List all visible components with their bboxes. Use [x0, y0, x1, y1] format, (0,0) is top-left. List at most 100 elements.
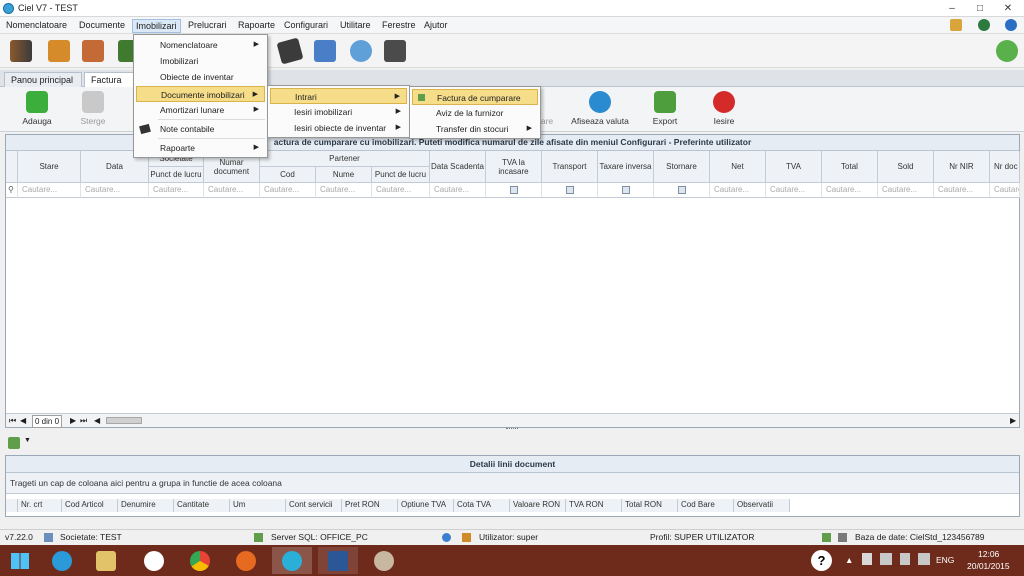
filter-partener-punct-lucru[interactable]: Cautare... [372, 183, 430, 198]
menu-rapoarte[interactable]: Rapoarte [235, 19, 278, 33]
taskbar-ciel[interactable] [272, 547, 312, 574]
taskbar-firefox[interactable] [226, 547, 266, 574]
menu-item-note-contabile[interactable]: Note contabile [136, 121, 265, 137]
menu-ajutor[interactable]: Ajutor [421, 19, 451, 33]
checkbox-stornare[interactable] [678, 186, 686, 194]
print-icon[interactable] [314, 40, 336, 62]
first-record-icon[interactable]: ⏮ [9, 414, 16, 427]
next-record-icon[interactable]: ▶ [70, 414, 76, 427]
col-sold[interactable]: Sold [878, 151, 934, 183]
checkbox-transport[interactable] [566, 186, 574, 194]
minimize-button[interactable]: – [938, 1, 966, 16]
menu-item-transfer-stocuri[interactable]: Transfer din stocuri ▶ [412, 121, 538, 137]
col-partener-punct-lucru[interactable]: Punct de lucru [372, 167, 430, 183]
menu-documente[interactable]: Documente [76, 19, 128, 33]
scroll-right-icon[interactable]: ▶ [1010, 414, 1016, 427]
col-nr-nir[interactable]: Nr NIR [934, 151, 990, 183]
col-net[interactable]: Net [710, 151, 766, 183]
scroll-left-icon[interactable]: ◀ [94, 414, 100, 427]
filter-punct-lucru[interactable]: Cautare... [149, 183, 204, 198]
dcol-observatii[interactable]: Observatii [734, 499, 790, 512]
card-reader-icon[interactable] [276, 37, 304, 65]
dcol-um[interactable]: Um [230, 499, 286, 512]
taskbar-chrome[interactable] [180, 547, 220, 574]
battery-icon[interactable] [900, 553, 910, 565]
dcol-optiune-tva[interactable]: Optiune TVA [398, 499, 454, 512]
menu-item-documente-imobilizari[interactable]: Documente imobilizari ▶ [136, 86, 265, 102]
filter-sold[interactable]: Cautare... [878, 183, 934, 198]
start-button[interactable] [0, 547, 40, 574]
dcol-denumire[interactable]: Denumire [118, 499, 174, 512]
filter-net[interactable]: Cautare... [710, 183, 766, 198]
dcol-cantitate[interactable]: Cantitate [174, 499, 230, 512]
filter-stornare[interactable] [654, 183, 710, 198]
language-indicator[interactable]: ENG [936, 555, 954, 565]
help-icon[interactable] [1005, 19, 1017, 31]
taskbar-explorer[interactable] [86, 547, 126, 574]
checkbox-taxare-inversa[interactable] [622, 186, 630, 194]
menu-item-imobilizari[interactable]: Imobilizari [136, 53, 265, 69]
users-icon[interactable] [82, 40, 104, 62]
col-partener[interactable]: Partener [260, 151, 430, 167]
col-tva-incasare[interactable]: TVA la incasare [486, 151, 542, 183]
details-table-icon[interactable] [8, 437, 20, 449]
col-stornare[interactable]: Stornare [654, 151, 710, 183]
handshake-icon[interactable] [10, 40, 32, 62]
afiseaza-valuta-button[interactable]: Afiseaza valuta [566, 91, 634, 126]
menu-utilitare[interactable]: Utilitare [337, 19, 374, 33]
taskbar-hp[interactable] [134, 547, 174, 574]
export-button[interactable]: Export [646, 91, 684, 126]
taskbar-ie[interactable] [42, 547, 82, 574]
notes-icon[interactable] [950, 19, 962, 31]
filter-taxare-inversa[interactable] [598, 183, 654, 198]
col-total[interactable]: Total [822, 151, 878, 183]
taskbar-paint[interactable] [364, 547, 404, 574]
col-taxare-inversa[interactable]: Taxare inversa [598, 151, 654, 183]
menu-configurari[interactable]: Configurari [281, 19, 331, 33]
filter-data-scadenta[interactable]: Cautare... [430, 183, 486, 198]
col-stare[interactable]: Stare [18, 151, 81, 183]
menu-item-rapoarte[interactable]: Rapoarte ▶ [136, 140, 265, 156]
tab-factura[interactable]: Factura de [84, 72, 134, 99]
tab-panou-principal[interactable]: Panou principal [4, 72, 82, 87]
dcol-cota-tva[interactable]: Cota TVA [454, 499, 510, 512]
filter-stare[interactable]: Cautare... [18, 183, 81, 198]
dcol-cod-bare[interactable]: Cod Bare [678, 499, 734, 512]
filter-cod[interactable]: Cautare... [260, 183, 316, 198]
volume-icon[interactable] [918, 553, 930, 565]
filter-nr-nir[interactable]: Cautare... [934, 183, 990, 198]
dcol-pret-ron[interactable]: Pret RON [342, 499, 398, 512]
update-icon[interactable] [978, 19, 990, 31]
menu-item-intrari[interactable]: Intrari ▶ [270, 88, 407, 104]
prev-record-icon[interactable]: ◀ [20, 414, 26, 427]
filter-numar-document[interactable]: Cautare... [204, 183, 260, 198]
sterge-button[interactable]: Sterge [72, 91, 114, 126]
adauga-button[interactable]: Adauga [16, 91, 58, 126]
chevron-down-icon[interactable]: ▼ [24, 437, 31, 444]
filter-data[interactable]: Cautare... [81, 183, 149, 198]
col-transport[interactable]: Transport [542, 151, 598, 183]
panel-splitter[interactable] [506, 428, 518, 432]
filter-tva-incasare[interactable] [486, 183, 542, 198]
tray-chevron-icon[interactable]: ▲ [845, 555, 853, 565]
filter-nume[interactable]: Cautare... [316, 183, 372, 198]
menu-ferestre[interactable]: Ferestre [379, 19, 419, 33]
filter-total[interactable]: Cautare... [822, 183, 878, 198]
dcol-tva-ron[interactable]: TVA RON [566, 499, 622, 512]
maximize-button[interactable]: □ [966, 1, 994, 16]
menu-item-obiecte-inventar[interactable]: Obiecte de inventar [136, 69, 265, 85]
col-tva[interactable]: TVA [766, 151, 822, 183]
clock-date[interactable]: 20/01/2015 [967, 561, 1010, 571]
menu-prelucrari[interactable]: Prelucrari [185, 19, 230, 33]
menu-item-amortizari-lunare[interactable]: Amortizari lunare ▶ [136, 102, 265, 118]
help-tray-icon[interactable]: ? [811, 550, 832, 571]
menu-imobilizari[interactable]: Imobilizari [132, 19, 181, 33]
network-icon[interactable] [880, 553, 892, 565]
dcol-valoare-ron[interactable]: Valoare RON [510, 499, 566, 512]
clipboard-icon[interactable] [48, 40, 70, 62]
col-cod[interactable]: Cod [260, 167, 316, 183]
search-preview-icon[interactable] [350, 40, 372, 62]
calculator-icon[interactable] [384, 40, 406, 62]
close-button[interactable]: ✕ [994, 1, 1022, 16]
dcol-cont-servicii[interactable]: Cont servicii [286, 499, 342, 512]
